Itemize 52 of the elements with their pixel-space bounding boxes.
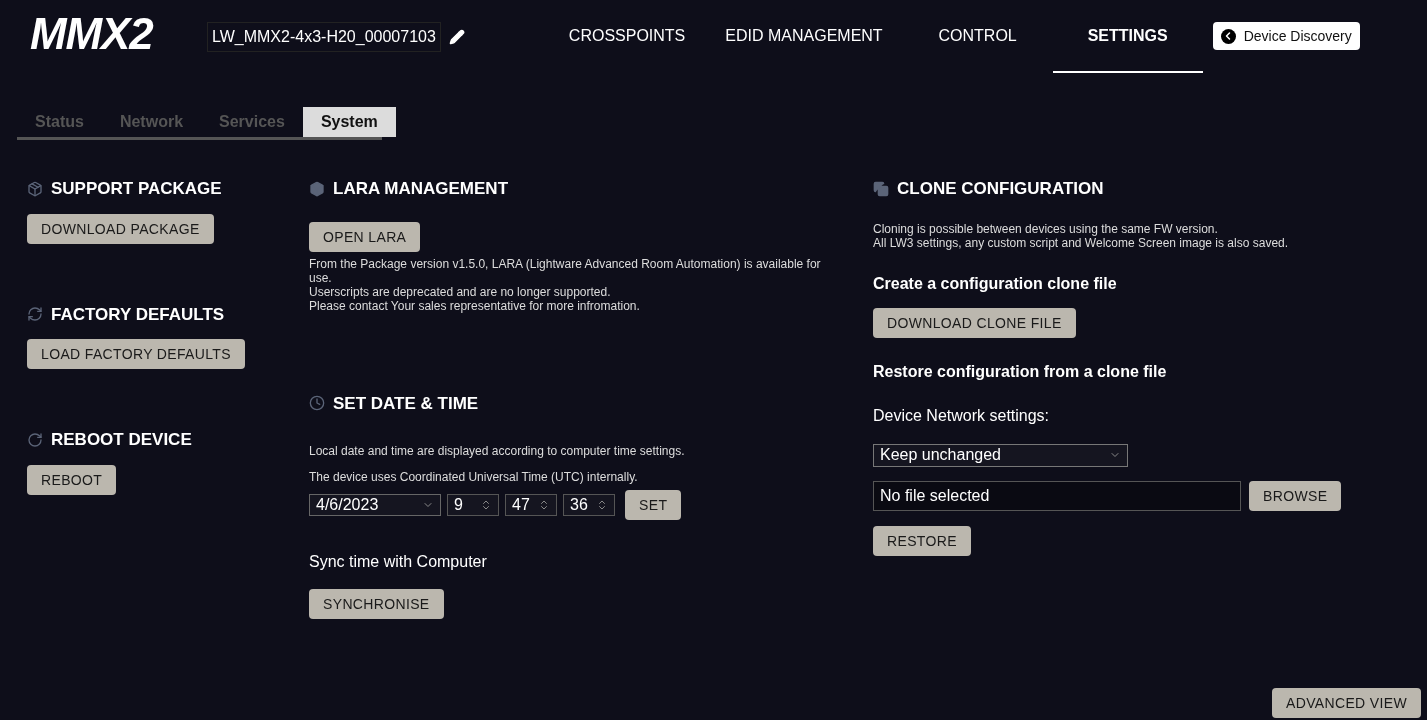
spinner-icon — [596, 499, 608, 511]
tab[interactable]: System — [302, 107, 396, 137]
section-title: LARA MANAGEMENT — [333, 178, 509, 200]
action-button[interactable]: LOAD FACTORY DEFAULTS — [27, 339, 245, 369]
open-lara-button[interactable]: OPEN LARA — [309, 221, 421, 252]
date-select[interactable]: 4/6/2023 — [309, 494, 441, 516]
copy-icon — [873, 180, 889, 197]
section-title: FACTORY DEFAULTS — [51, 303, 225, 326]
download-clone-button[interactable]: DOWNLOAD CLONE FILE — [873, 307, 1076, 338]
section-title: SET DATE & TIME — [333, 392, 479, 415]
info-text: The device uses Coordinated Universal Time (UTC) internally. — [309, 469, 639, 486]
section-title: SUPPORT PACKAGE — [51, 178, 222, 200]
subheading: Create a configuration clone file — [873, 273, 1118, 294]
info-text: Please contact Your sales representative for more infromation. — [309, 298, 641, 313]
back-icon — [1220, 28, 1236, 44]
nav-tab[interactable]: SETTINGS — [1052, 0, 1203, 73]
advanced-view-button[interactable]: ADVANCED VIEW — [1272, 688, 1421, 718]
section-title: CLONE CONFIGURATION — [897, 178, 1104, 200]
package-icon — [27, 180, 43, 197]
network-select[interactable]: Keep unchanged — [873, 443, 1128, 467]
sync-label: Sync time with Computer — [309, 552, 488, 572]
subheading: Restore configuration from a clone file — [873, 361, 1168, 382]
action-button[interactable]: DOWNLOAD PACKAGE — [27, 213, 214, 244]
restore-button[interactable]: RESTORE — [873, 525, 971, 556]
number-field[interactable]: 9 — [447, 494, 499, 516]
number-field[interactable]: 36 — [563, 494, 615, 516]
info-text: All LW3 settings, any custom script and Welcome Screen image is also saved. — [873, 235, 1290, 250]
set-button[interactable]: SET — [625, 490, 682, 520]
synchronise-button[interactable]: SYNCHRONISE — [309, 589, 444, 619]
device-name-field[interactable]: LW_MMX2-4x3-H20_00007103 — [207, 22, 441, 52]
field-label: Device Network settings: — [873, 405, 1051, 426]
reboot-icon — [27, 431, 43, 448]
nav-tab[interactable]: CONTROL — [902, 0, 1053, 73]
file-field[interactable]: No file selected — [873, 480, 1241, 511]
info-text: Local date and time are displayed according to computer time settings. — [309, 443, 686, 460]
info-text: From the Package version v1.5.0, LARA (Lightware Advanced Room Automation) is available for use. — [309, 256, 822, 285]
device-discovery-button[interactable]: Device Discovery — [1212, 22, 1360, 50]
nav-tab[interactable]: EDID MANAGEMENT — [705, 0, 903, 73]
section-title: REBOOT DEVICE — [51, 429, 192, 451]
number-field[interactable]: 47 — [505, 494, 557, 516]
action-button[interactable]: REBOOT — [27, 464, 117, 495]
nav-tab[interactable]: CROSSPOINTS — [548, 0, 706, 73]
spinner-icon — [538, 499, 550, 511]
refresh-icon — [27, 306, 43, 323]
logo: MMX2 — [30, 9, 153, 58]
info-text: Userscripts are deprecated and are no longer supported. — [309, 284, 612, 299]
cube-icon — [309, 180, 325, 197]
spinner-icon — [480, 499, 492, 511]
pencil-icon[interactable] — [448, 29, 465, 45]
info-text: Cloning is possible between devices using the same FW version. — [873, 221, 1219, 236]
browse-button[interactable]: BROWSE — [1249, 480, 1342, 511]
clock-icon — [309, 395, 325, 412]
